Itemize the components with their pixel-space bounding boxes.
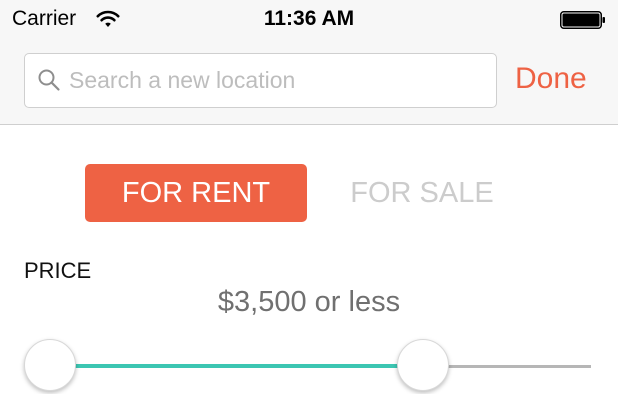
price-slider-min-thumb[interactable] [24, 339, 76, 391]
status-bar: Carrier 11:36 AM [0, 0, 618, 40]
price-label: PRICE [24, 258, 92, 283]
search-icon [38, 69, 60, 91]
screen: Carrier 11:36 AM Done FOR RENT FOR SALE … [0, 0, 618, 394]
search-header: Done [0, 40, 618, 125]
price-slider-fill [50, 364, 423, 368]
for-rent-button[interactable]: FOR RENT [85, 164, 307, 222]
battery-icon [560, 11, 605, 29]
search-box[interactable] [24, 53, 497, 108]
for-sale-button[interactable]: FOR SALE [311, 164, 533, 222]
price-slider-max-thumb[interactable] [397, 339, 449, 391]
search-input[interactable] [69, 62, 484, 98]
price-value: $3,500 or less [217, 286, 401, 318]
status-time: 11:36 AM [263, 7, 355, 30]
done-button[interactable]: Done [515, 62, 587, 96]
